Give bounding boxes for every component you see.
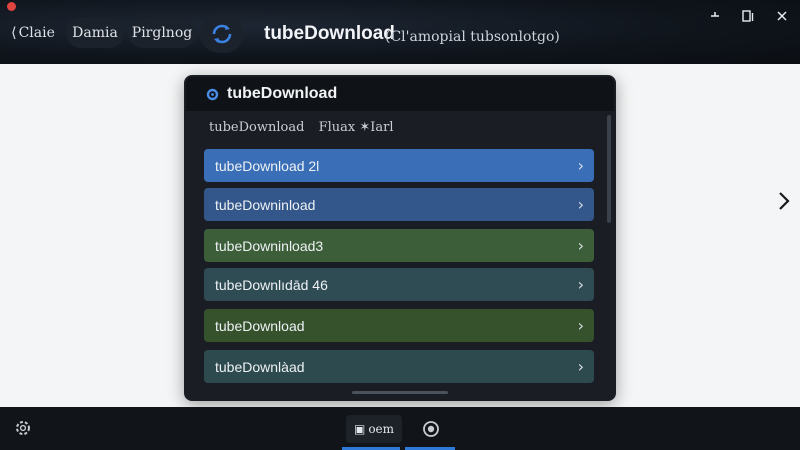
sync-icon	[212, 24, 232, 44]
list-item[interactable]: tubeDowninload3 ›	[204, 229, 594, 262]
next-page-button[interactable]	[773, 186, 795, 216]
record-button[interactable]	[414, 417, 448, 441]
app-subtitle: (Cl'amopial tubsonlotgo)	[385, 29, 560, 45]
snap-layout-icon	[742, 10, 754, 22]
list-item-label: tubeDownload	[215, 317, 305, 334]
chevron-right-icon: ›	[577, 236, 584, 255]
list-item-label: tubeDownlıdād 46	[215, 276, 328, 293]
chevron-right-icon: ›	[577, 316, 584, 335]
minimize-icon	[711, 12, 719, 17]
chevron-right-icon: ›	[577, 357, 584, 376]
panel-sub-secondary[interactable]: Fluax ✶Iarl	[319, 120, 394, 135]
panel-header: tubeDownload	[186, 77, 614, 111]
chevron-left-icon: ⟨	[11, 25, 17, 41]
chevron-right-icon	[779, 192, 790, 210]
list-item[interactable]: tubeDownlàad ›	[204, 350, 594, 383]
list-item[interactable]: tubeDowninload ›	[204, 188, 594, 221]
open-button[interactable]: ▣ oem	[346, 415, 402, 443]
list-item-label: tubeDownload 2l	[215, 157, 320, 174]
app-logo-icon	[206, 88, 219, 100]
tab-pirglnog-label: Pirglnog	[131, 25, 193, 41]
minimize-button[interactable]	[705, 6, 725, 26]
back-button[interactable]: ⟨ Claie	[8, 18, 58, 48]
horizontal-scrollbar[interactable]	[352, 391, 448, 394]
close-icon	[777, 11, 787, 21]
close-button[interactable]	[772, 6, 792, 26]
tab-damia-label: Damia	[72, 25, 118, 41]
list-item-label: tubeDownlàad	[215, 358, 305, 375]
chevron-right-icon: ›	[577, 275, 584, 294]
app-title: tubeDownload	[264, 23, 395, 44]
snap-button[interactable]	[738, 6, 758, 26]
settings-icon	[16, 421, 30, 435]
open-icon: ▣	[353, 422, 366, 436]
back-label: Claie	[18, 25, 55, 41]
panel-subheader: tubeDownload Fluax ✶Iarl	[209, 120, 393, 135]
list-item[interactable]: tubeDownload 2l ›	[204, 149, 594, 182]
title-bar: ⟨ Claie Damia Pirglnog tubeDownload (Cl'…	[0, 0, 800, 64]
chevron-right-icon: ›	[577, 195, 584, 214]
open-label: oem	[368, 422, 395, 436]
panel-sub-primary: tubeDownload	[209, 120, 305, 135]
chevron-right-icon: ›	[577, 156, 584, 175]
tab-pirglnog[interactable]: Pirglnog	[128, 18, 196, 48]
vertical-scrollbar[interactable]	[607, 115, 611, 223]
download-panel: tubeDownload tubeDownload Fluax ✶Iarl tu…	[184, 75, 616, 401]
list-item-label: tubeDowninload	[215, 196, 316, 213]
list-item-label: tubeDowninload3	[215, 237, 324, 254]
bottom-bar: ▣ oem	[0, 407, 800, 450]
settings-button[interactable]	[12, 417, 34, 439]
list-item[interactable]: tubeDownlıdād 46 ›	[204, 268, 594, 301]
record-icon	[423, 421, 439, 437]
window-close-dot[interactable]	[7, 2, 16, 11]
sync-button[interactable]	[200, 15, 244, 53]
tab-damia[interactable]: Damia	[66, 18, 124, 48]
panel-title: tubeDownload	[227, 85, 338, 102]
list-item[interactable]: tubeDownload ›	[204, 309, 594, 342]
